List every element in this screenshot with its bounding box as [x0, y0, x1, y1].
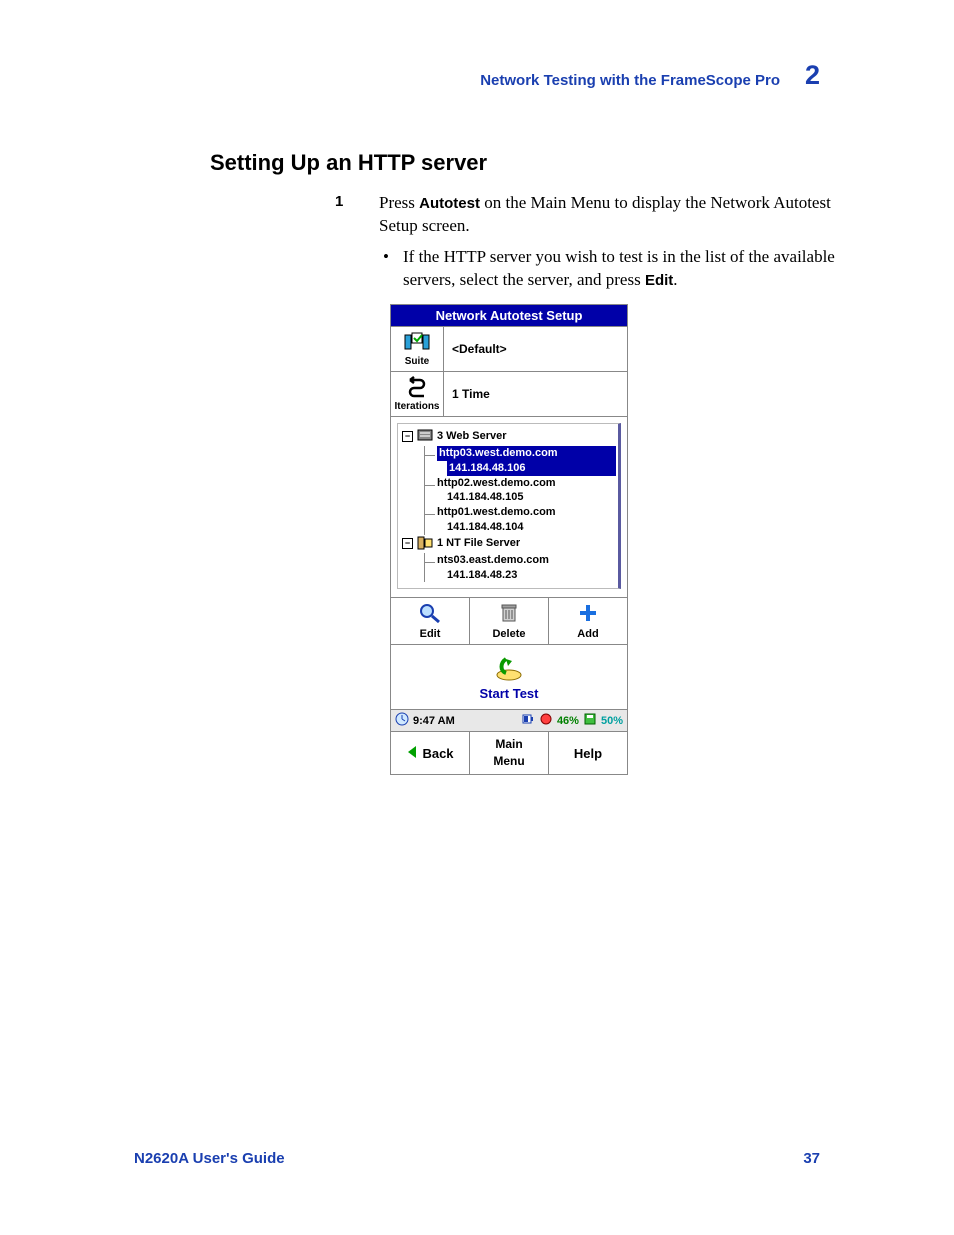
nav-row: Back Main Menu Help — [391, 731, 627, 773]
action-buttons: Edit Delete Add — [391, 597, 627, 644]
device-screenshot: Network Autotest Setup Suite <Default> I… — [390, 304, 628, 775]
step-text: Press Autotest on the Main Menu to displ… — [379, 192, 850, 238]
leaf-name: http03.west.demo.com — [437, 446, 616, 461]
back-arrow-icon — [406, 745, 418, 762]
section-title: Setting Up an HTTP server — [210, 150, 487, 176]
footer-guide: N2620A User's Guide — [134, 1150, 285, 1167]
tree-leaf[interactable]: http01.west.demo.com 141.184.48.104 — [424, 505, 616, 535]
iterations-icon — [404, 376, 430, 401]
leaf-ip: 141.184.48.105 — [447, 490, 616, 505]
suite-label: Suite — [405, 356, 429, 367]
trash-icon — [498, 603, 520, 626]
header-section: Network Testing with the FrameScope Pro — [480, 72, 780, 89]
start-test-icon — [494, 655, 524, 684]
suite-icon — [404, 331, 430, 356]
collapse-icon[interactable]: − — [402, 538, 413, 549]
suite-value: <Default> — [444, 327, 627, 371]
web-server-icon — [417, 429, 433, 443]
suite-row[interactable]: Suite <Default> — [391, 326, 627, 371]
step-number: 1 — [335, 192, 343, 212]
iterations-row[interactable]: Iterations 1 Time — [391, 371, 627, 416]
main-menu-button[interactable]: Main Menu — [470, 732, 549, 773]
help-label: Help — [574, 746, 602, 761]
back-button[interactable]: Back — [391, 732, 470, 773]
iterations-label: Iterations — [394, 401, 439, 412]
iterations-cell: Iterations — [391, 372, 444, 416]
bullet-text: If the HTTP server you wish to test is i… — [379, 246, 850, 292]
main-menu-label1: Main — [495, 738, 522, 751]
status-pct1: 46% — [557, 715, 579, 727]
suite-cell: Suite — [391, 327, 444, 371]
bullet-pre: If the HTTP server you wish to test is i… — [403, 247, 835, 289]
plus-icon — [577, 603, 599, 626]
magnifier-icon — [419, 603, 441, 626]
tree-group2-label: 1 NT File Server — [437, 536, 520, 551]
server-tree: − 3 Web Server http03.west.demo.com 141.… — [391, 416, 627, 597]
delete-button[interactable]: Delete — [470, 598, 549, 644]
battery-icon — [521, 712, 535, 729]
leaf-name: nts03.east.demo.com — [437, 553, 616, 568]
status-bar: 9:47 AM 46% 50% — [391, 709, 627, 731]
footer-page-number: 37 — [803, 1150, 820, 1167]
leaf-ip: 141.184.48.104 — [447, 520, 616, 535]
collapse-icon[interactable]: − — [402, 431, 413, 442]
add-button-label: Add — [577, 628, 598, 640]
edit-button[interactable]: Edit — [391, 598, 470, 644]
header-chapter-number: 2 — [805, 60, 820, 91]
disk-icon — [583, 712, 597, 729]
tree-leaf[interactable]: http03.west.demo.com 141.184.48.106 — [424, 446, 616, 476]
back-label: Back — [422, 746, 453, 761]
leaf-ip: 141.184.48.23 — [447, 568, 616, 583]
autotest-label: Autotest — [419, 195, 480, 212]
body-text: 1 Press Autotest on the Main Menu to dis… — [355, 192, 850, 292]
clock-icon — [395, 712, 409, 729]
edit-button-label: Edit — [420, 628, 441, 640]
step-text-pre: Press — [379, 193, 419, 212]
start-test-button[interactable]: Start Test — [391, 644, 627, 709]
tree-leaf[interactable]: http02.west.demo.com 141.184.48.105 — [424, 476, 616, 506]
iterations-value: 1 Time — [444, 372, 627, 416]
add-button[interactable]: Add — [549, 598, 627, 644]
leaf-ip: 141.184.48.106 — [447, 461, 616, 476]
leaf-name: http01.west.demo.com — [437, 505, 616, 520]
charge-icon — [539, 712, 553, 729]
status-time: 9:47 AM — [413, 715, 455, 727]
file-server-icon — [417, 536, 433, 550]
help-button[interactable]: Help — [549, 732, 627, 773]
bullet-post: . — [673, 270, 677, 289]
tree-group1-label: 3 Web Server — [437, 429, 507, 444]
tree-leaf[interactable]: nts03.east.demo.com 141.184.48.23 — [424, 553, 616, 583]
device-title: Network Autotest Setup — [391, 305, 627, 326]
edit-label: Edit — [645, 272, 673, 289]
leaf-name: http02.west.demo.com — [437, 476, 616, 491]
main-menu-label2: Menu — [493, 755, 524, 768]
status-pct2: 50% — [601, 715, 623, 727]
tree-group-nt-file-server[interactable]: − 1 NT File Server — [402, 536, 616, 551]
delete-button-label: Delete — [492, 628, 525, 640]
start-test-label: Start Test — [480, 686, 539, 701]
tree-group-web-server[interactable]: − 3 Web Server — [402, 429, 616, 444]
